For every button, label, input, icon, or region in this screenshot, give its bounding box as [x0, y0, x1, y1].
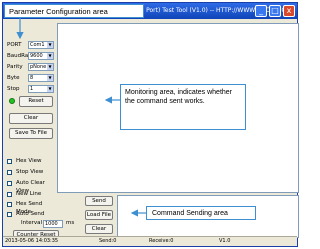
hex-view-checkbox[interactable]: Hex View [5, 157, 55, 165]
monitor-area-callout: Monitoring area, indicates whether the c… [120, 84, 246, 130]
stop-label: Stop [7, 86, 20, 92]
load-file-button[interactable]: Load File [85, 210, 113, 220]
baud-select[interactable]: 9600 ▼ [28, 52, 54, 60]
status-led-icon [9, 98, 15, 104]
chevron-down-icon: ▼ [47, 42, 53, 48]
port-row: PORT Com1 ▼ [5, 41, 55, 50]
parity-row: Parity pNone ▼ [5, 63, 55, 72]
status-receive-count: Receive:0 [149, 238, 174, 244]
save-to-file-button[interactable]: Save To File [9, 128, 53, 139]
baud-row: BaudRat 9600 ▼ [5, 52, 55, 61]
chevron-down-icon: ▼ [47, 75, 53, 81]
port-label: PORT [7, 42, 22, 48]
interval-input[interactable]: 1000 [43, 220, 63, 228]
byte-label: Byte [7, 75, 20, 81]
auto-clear-view-checkbox[interactable]: Auto Clear View [5, 179, 55, 194]
parity-label: Parity [7, 64, 23, 70]
hex-send-mode-checkbox[interactable]: Hex Send Mode [5, 200, 55, 215]
chevron-down-icon: ▼ [47, 64, 53, 70]
status-send-count: Send:0 [99, 238, 117, 244]
send-controls: Hex Send Mode Auto Send Interval 1000 ms… [5, 200, 81, 240]
param-area-callout: Parameter Configuration area [4, 4, 144, 18]
status-bar: 2013-05-06 14:03:35 Send:0 Receive:0 V1.… [3, 236, 297, 246]
clear-button[interactable]: Clear [9, 113, 53, 124]
status-version: V1.0 [219, 238, 231, 244]
auto-send-checkbox[interactable]: Auto Send [5, 210, 55, 218]
stop-view-checkbox[interactable]: Stop View [5, 168, 55, 176]
status-datetime: 2013-05-06 14:03:35 [5, 238, 59, 244]
maximize-button[interactable]: □ [269, 5, 281, 17]
byte-row: Byte 8 ▼ [5, 74, 55, 83]
reset-button[interactable]: Reset [19, 96, 53, 107]
byte-select[interactable]: 8 ▼ [28, 74, 54, 82]
new-line-checkbox[interactable]: New Line [5, 190, 55, 198]
stop-select[interactable]: 1 ▼ [28, 85, 54, 93]
stop-row: Stop 1 ▼ [5, 85, 55, 94]
chevron-down-icon: ▼ [47, 53, 53, 59]
interval-unit: ms [66, 220, 75, 226]
parity-select[interactable]: pNone ▼ [28, 63, 54, 71]
baud-label: BaudRat [7, 53, 31, 59]
port-select[interactable]: Com1 ▼ [28, 41, 54, 49]
minimize-button[interactable]: _ [255, 5, 267, 17]
interval-label: Interval [21, 220, 43, 226]
chevron-down-icon: ▼ [47, 86, 53, 92]
send-area-callout: Command Sending area [146, 206, 256, 220]
close-button[interactable]: x [283, 5, 295, 17]
clear-send-button[interactable]: Clear [85, 224, 113, 234]
send-button[interactable]: Send [85, 196, 113, 206]
